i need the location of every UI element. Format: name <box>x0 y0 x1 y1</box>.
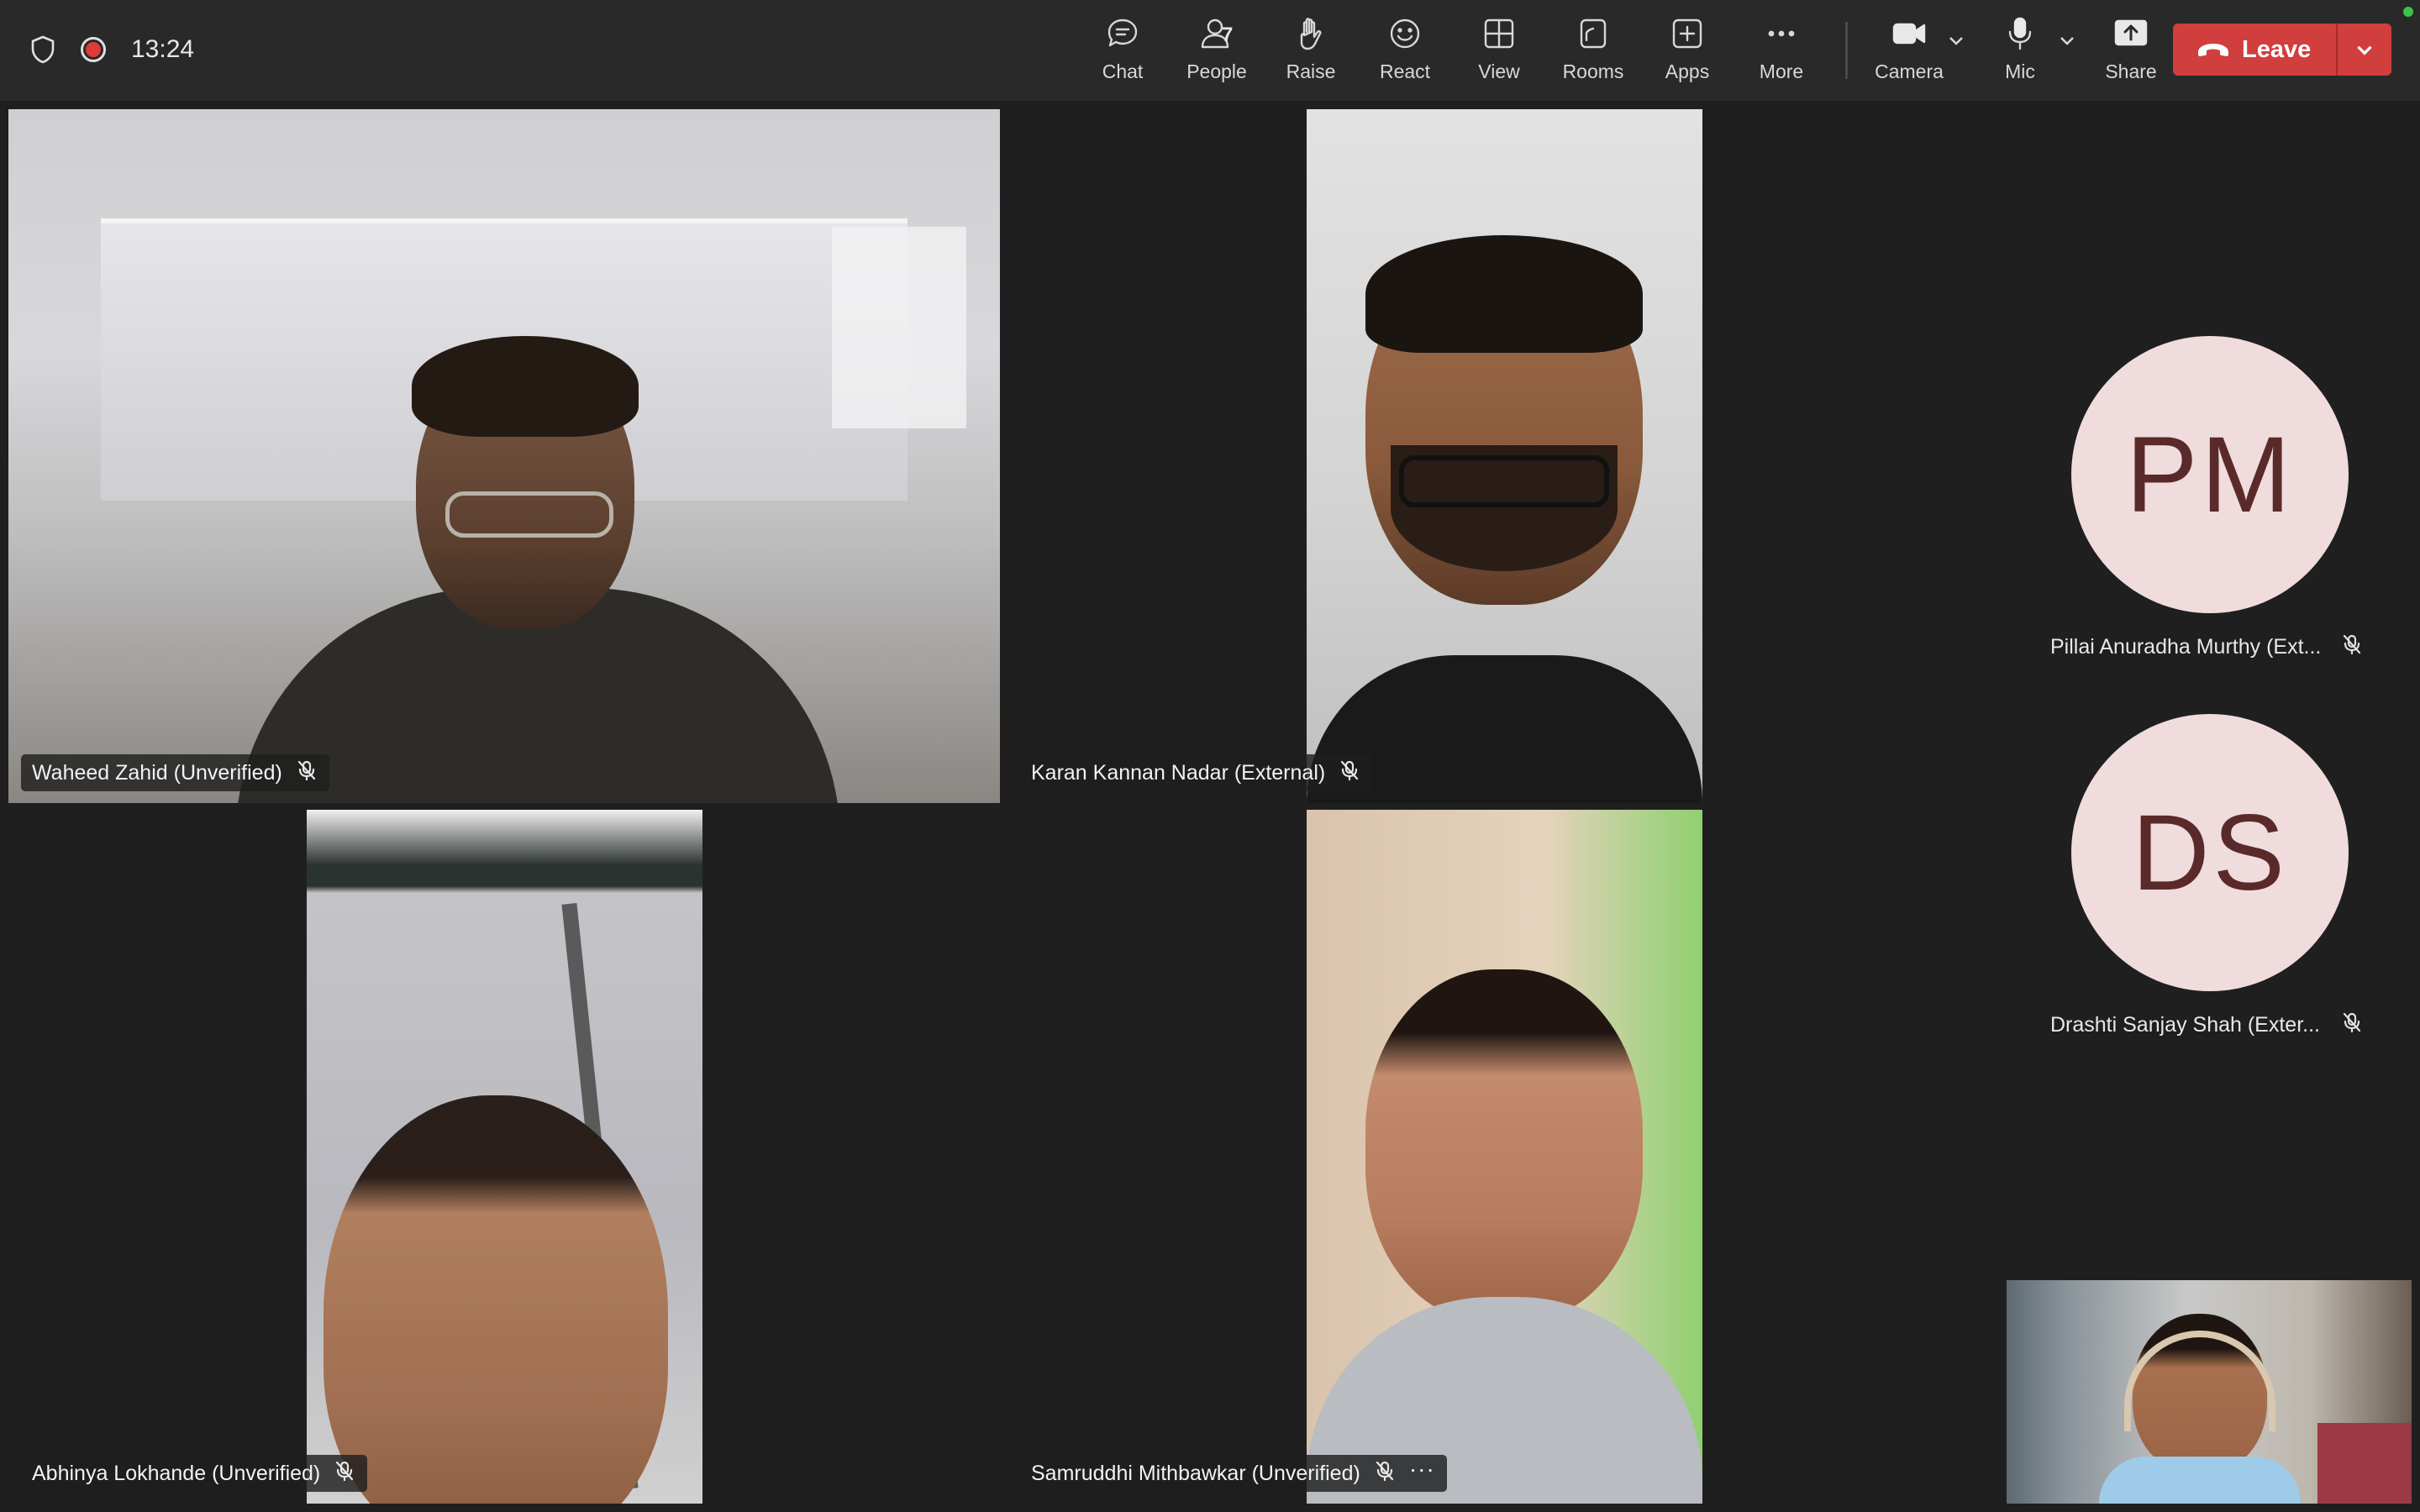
more-icon <box>1768 30 1795 37</box>
participant-name: Drashti Sanjay Shah (Exter... <box>2050 1013 2320 1037</box>
rooms-icon <box>1580 18 1607 49</box>
view-button[interactable]: View <box>1452 15 1546 91</box>
mic-icon <box>2008 17 2032 50</box>
person-face <box>1365 969 1643 1322</box>
leave-label: Leave <box>2242 35 2312 63</box>
mic-off-icon <box>296 759 318 787</box>
participant-name: Karan Kannan Nadar (External) <box>1031 760 1326 785</box>
video-tile-waheed[interactable]: Waheed Zahid (Unverified) <box>8 109 1000 803</box>
meeting-toolbar: 13:24 Chat 7 People Raise React View Roo… <box>0 0 2420 101</box>
camera-button[interactable]: Camera <box>1863 15 1955 91</box>
apps-button[interactable]: Apps <box>1640 15 1734 91</box>
camera-icon <box>1892 23 1926 45</box>
chat-icon <box>1107 18 1138 47</box>
avatar-tile-drashti[interactable]: DS Drashti Sanjay Shah (Exter... <box>2033 697 2386 1050</box>
shield-icon[interactable] <box>30 35 55 64</box>
react-icon <box>1390 18 1420 49</box>
view-icon <box>1484 18 1514 49</box>
participant-name-tag: Samruddhi Mithbawkar (Unverified) ··· <box>1020 1455 1447 1492</box>
person-body <box>2099 1457 2301 1504</box>
camera-label: Camera <box>1875 60 1944 82</box>
toolbar-divider <box>1845 22 1848 79</box>
mic-off-icon <box>334 1460 355 1488</box>
people-count: 7 <box>1222 24 1234 46</box>
view-label: View <box>1478 60 1520 82</box>
rooms-button[interactable]: Rooms <box>1546 15 1640 91</box>
leave-options-caret[interactable] <box>2336 24 2392 76</box>
meeting-status: 13:24 <box>30 29 194 71</box>
react-button[interactable]: React <box>1358 15 1452 91</box>
participant-name: Pillai Anuradha Murthy (Ext... <box>2050 635 2322 659</box>
phone-hangup-icon <box>2198 44 2228 56</box>
more-options-icon[interactable]: ··· <box>1409 1457 1435 1481</box>
mic-off-icon <box>2341 1011 2363 1037</box>
mic-off-icon <box>1374 1460 1396 1488</box>
more-label: More <box>1759 60 1804 82</box>
share-icon <box>2114 19 2148 46</box>
window-light <box>832 227 966 428</box>
mic-label: Mic <box>2005 60 2035 82</box>
video-feed <box>2007 1280 2412 1504</box>
leave-button[interactable]: Leave <box>2173 24 2337 76</box>
avatar: PM <box>2071 336 2349 613</box>
chat-button[interactable]: Chat <box>1076 15 1170 91</box>
video-tile-karan[interactable]: Karan Kannan Nadar (External) <box>1008 109 1702 803</box>
video-feed <box>1307 810 1702 1504</box>
video-feed <box>1307 109 1702 803</box>
participant-name-tag: Karan Kannan Nadar (External) <box>1020 754 1373 791</box>
react-label: React <box>1379 60 1431 82</box>
bed-sheet <box>2317 1423 2412 1504</box>
raise-hand-button[interactable]: Raise <box>1264 15 1358 91</box>
avatar-tile-pillai[interactable]: PM Pillai Anuradha Murthy (Ext... <box>2033 319 2386 672</box>
avatar: DS <box>2071 714 2349 991</box>
person-face <box>324 1095 668 1504</box>
chevron-down-icon <box>2357 45 2372 55</box>
chat-label: Chat <box>1102 60 1144 82</box>
video-feed <box>307 810 702 1504</box>
share-label: Share <box>2105 60 2157 82</box>
raise-label: Raise <box>1286 60 1336 82</box>
share-button[interactable]: Share <box>2085 15 2177 91</box>
leave-control: Leave <box>2173 24 2392 76</box>
video-tile-samruddhi[interactable]: Samruddhi Mithbawkar (Unverified) ··· <box>1008 810 1702 1504</box>
people-label: People <box>1186 60 1247 82</box>
self-view-tile[interactable] <box>2007 1280 2412 1504</box>
person-glasses <box>1399 455 1609 507</box>
participant-name: Waheed Zahid (Unverified) <box>32 760 282 785</box>
people-button[interactable]: 7 People <box>1170 15 1264 91</box>
participant-name-tag: Abhinya Lokhande (Unverified) <box>21 1455 368 1492</box>
participant-name: Abhinya Lokhande (Unverified) <box>32 1461 321 1485</box>
raise-hand-icon <box>1300 18 1322 50</box>
apps-label: Apps <box>1665 60 1710 82</box>
person-hair <box>1365 235 1643 353</box>
meeting-timer: 13:24 <box>131 35 195 63</box>
participant-name: Samruddhi Mithbawkar (Unverified) <box>1031 1461 1360 1485</box>
rooms-label: Rooms <box>1562 60 1624 82</box>
mic-button[interactable]: Mic <box>1974 15 2066 91</box>
person-hair <box>412 336 639 437</box>
mic-off-icon <box>2341 633 2363 659</box>
more-button[interactable]: More <box>1734 15 1828 91</box>
toolbar-buttons: Chat 7 People Raise React View Rooms App… <box>1076 15 2177 91</box>
video-tile-abhinya[interactable]: Abhinya Lokhande (Unverified) <box>8 810 702 1504</box>
participant-name-tag: Waheed Zahid (Unverified) <box>21 754 329 791</box>
video-feed <box>8 109 1000 803</box>
apps-icon <box>1672 18 1702 49</box>
mic-off-icon <box>1339 759 1360 787</box>
person-glasses <box>445 491 613 538</box>
record-icon[interactable] <box>81 37 106 62</box>
connection-indicator <box>2403 7 2413 17</box>
